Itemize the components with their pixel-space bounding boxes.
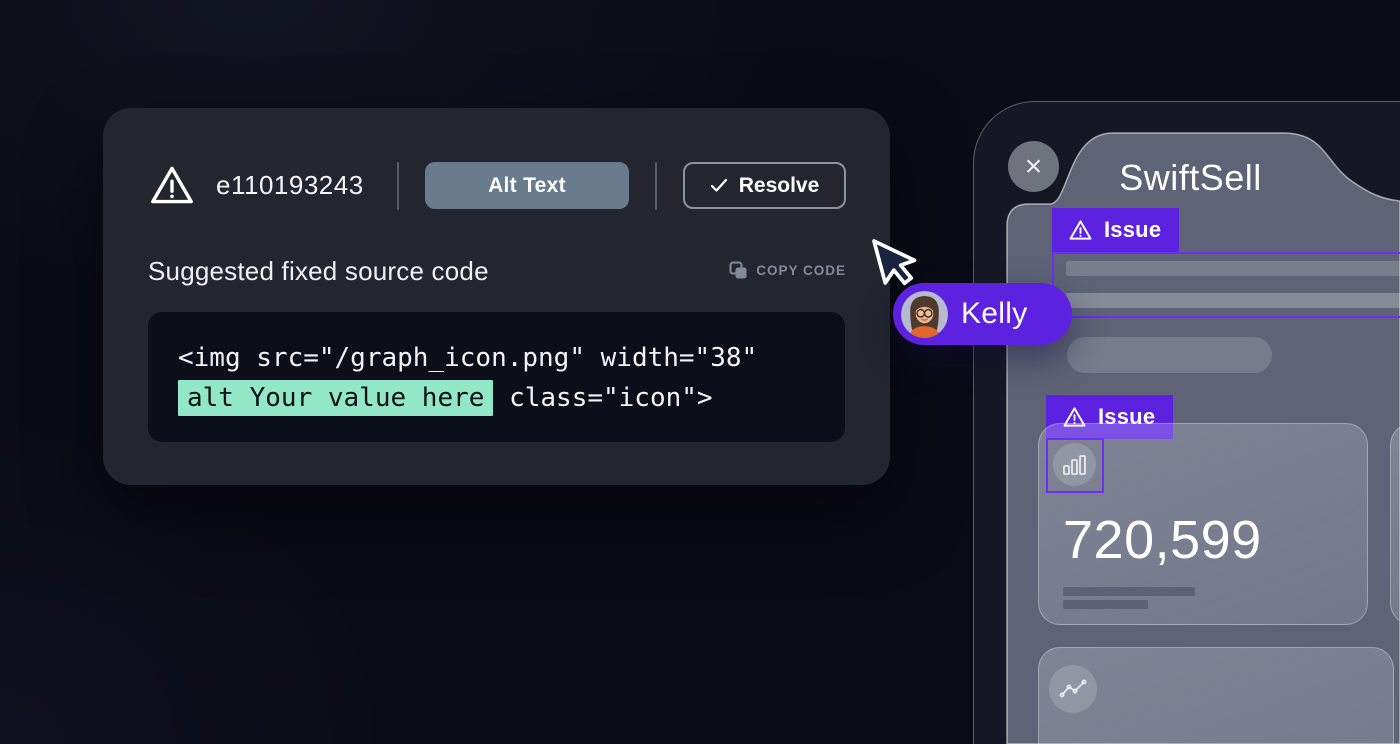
- page: e110193243 Alt Text Resolve Suggested fi…: [0, 0, 1400, 744]
- copy-code-label: COPY CODE: [756, 263, 846, 278]
- code-highlight: alt Your value here: [178, 380, 493, 416]
- code-block: <img src="/graph_icon.png" width="38" al…: [148, 312, 845, 442]
- copy-icon: [729, 261, 748, 280]
- skeleton-pill: [1067, 337, 1272, 373]
- section-label: Suggested fixed source code: [148, 256, 489, 287]
- divider: [655, 162, 657, 210]
- issue-panel: e110193243 Alt Text Resolve Suggested fi…: [103, 108, 890, 485]
- highlighted-icon-region: [1046, 438, 1104, 493]
- warning-triangle-icon: [1068, 218, 1093, 243]
- issue-panel-header: e110193243 Alt Text Resolve: [148, 162, 846, 209]
- code-line-1: <img src="/graph_icon.png" width="38": [178, 338, 845, 378]
- line-chart-icon: [1049, 665, 1097, 713]
- skeleton-line: [1063, 587, 1195, 596]
- issue-badge-1: Issue: [1052, 208, 1179, 252]
- resolve-button[interactable]: Resolve: [683, 162, 846, 209]
- copy-code-button[interactable]: COPY CODE: [729, 261, 846, 280]
- collaborator-name: Kelly: [961, 297, 1028, 331]
- code-line-2-rest: class="icon">: [493, 383, 712, 413]
- warning-triangle-icon: [148, 162, 196, 210]
- side-card: [1390, 423, 1400, 625]
- mouse-cursor-icon: [864, 234, 934, 314]
- section-row: Suggested fixed source code COPY CODE: [148, 256, 846, 288]
- alt-text-button[interactable]: Alt Text: [425, 162, 629, 209]
- issue-badge-label: Issue: [1104, 217, 1161, 243]
- swiftsell-mockup: × SwiftSell Issue Issue: [973, 101, 1400, 744]
- close-button[interactable]: ×: [1008, 141, 1059, 192]
- skeleton-line: [1063, 600, 1148, 609]
- skeleton-bar: [1066, 293, 1400, 308]
- app-title: SwiftSell: [1083, 157, 1298, 199]
- resolve-label: Resolve: [739, 174, 820, 198]
- skeleton-bar: [1066, 261, 1400, 276]
- stat-value: 720,599: [1063, 509, 1262, 571]
- check-icon: [710, 178, 728, 193]
- divider: [397, 162, 399, 210]
- code-line-2: alt Your value here class="icon">: [178, 378, 845, 418]
- issue-id: e110193243: [216, 170, 364, 201]
